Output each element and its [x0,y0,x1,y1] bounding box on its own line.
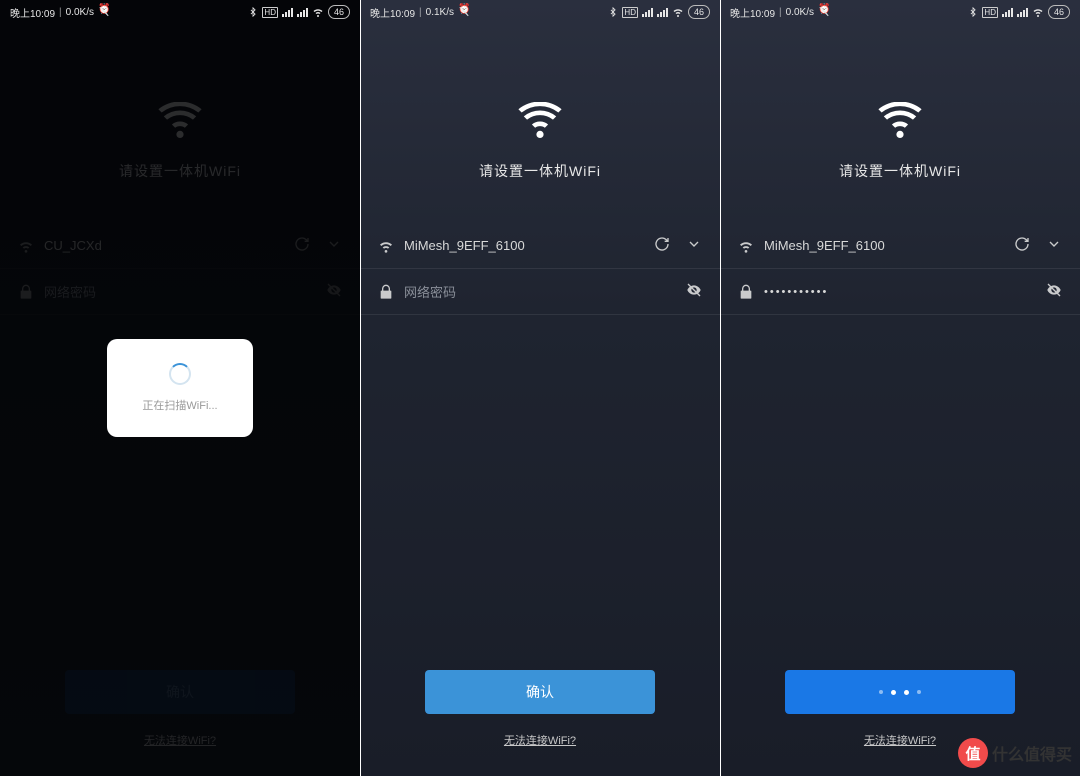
loading-dots-icon [879,690,921,695]
confirm-button-loading[interactable] [785,670,1015,714]
signal-icon [282,8,293,17]
hd-icon: HD [982,7,998,18]
battery-icon: 46 [688,5,710,19]
wifi-name: CU_JCXd [44,238,284,253]
signal-icon [642,8,653,17]
confirm-button[interactable]: 确认 [425,670,655,714]
watermark: 值 什么值得买 [958,738,1072,768]
bluetooth-icon [968,7,978,17]
hd-icon: HD [262,7,278,18]
status-time: 晚上10:09 [370,5,415,20]
password-placeholder: 网络密码 [44,282,316,301]
status-time: 晚上10:09 [730,5,775,20]
alarm-off-icon [98,6,110,18]
modal-text: 正在扫描WiFi... [142,397,217,413]
confirm-button[interactable]: 确认 [65,670,295,714]
alarm-off-icon [458,6,470,18]
lock-icon [738,284,754,300]
chevron-down-icon[interactable] [326,236,342,255]
refresh-icon[interactable] [654,236,670,255]
help-link[interactable]: 无法连接WiFi? [144,732,216,748]
watermark-badge: 值 [958,738,988,768]
wifi-select-row[interactable]: MiMesh_9EFF_6100 [720,223,1080,269]
wifi-select-row[interactable]: MiMesh_9EFF_6100 [360,223,720,269]
help-link[interactable]: 无法连接WiFi? [864,732,936,748]
status-bar: 晚上10:09 | 0.0K/s HD 46 [720,0,1080,24]
status-net-speed: 0.1K/s [426,7,454,18]
signal-icon-2 [1017,8,1028,17]
spinner-icon [169,363,191,385]
status-bar: 晚上10:09 | 0.0K/s HD 46 [0,0,360,24]
signal-icon-2 [297,8,308,17]
password-row[interactable]: ••••••••••• [720,269,1080,315]
wifi-status-icon [672,6,684,18]
status-time: 晚上10:09 [10,5,55,20]
password-row[interactable]: 网络密码 [360,269,720,315]
battery-icon: 46 [1048,5,1070,19]
bluetooth-icon [248,7,258,17]
help-link[interactable]: 无法连接WiFi? [504,732,576,748]
wifi-small-icon [378,238,394,254]
wifi-name: MiMesh_9EFF_6100 [404,238,644,253]
alarm-off-icon [818,6,830,18]
wifi-small-icon [18,238,34,254]
visibility-off-icon[interactable] [686,282,702,301]
refresh-icon[interactable] [1014,236,1030,255]
status-net-speed: 0.0K/s [66,7,94,18]
refresh-icon[interactable] [294,236,310,255]
wifi-select-row[interactable]: CU_JCXd [0,223,360,269]
bluetooth-icon [608,7,618,17]
wifi-small-icon [738,238,754,254]
hd-icon: HD [622,7,638,18]
wifi-large-icon [517,102,563,143]
battery-icon: 46 [328,5,350,19]
chevron-down-icon[interactable] [686,236,702,255]
page-title: 请设置一体机WiFi [839,161,961,181]
password-row[interactable]: 网络密码 [0,269,360,315]
phone-screen-3: 晚上10:09 | 0.0K/s HD 46 请设置一体机WiFi [720,0,1080,776]
page-title: 请设置一体机WiFi [119,161,241,181]
watermark-text: 什么值得买 [992,741,1072,765]
wifi-large-icon [157,102,203,143]
visibility-off-icon[interactable] [1046,282,1062,301]
phone-screen-1: 晚上10:09 | 0.0K/s HD 46 请设置一体机WiFi [0,0,360,776]
scanning-modal: 正在扫描WiFi... [107,339,253,437]
wifi-status-icon [312,6,324,18]
visibility-off-icon[interactable] [326,282,342,301]
signal-icon-2 [657,8,668,17]
wifi-name: MiMesh_9EFF_6100 [764,238,1004,253]
password-value: ••••••••••• [764,286,1036,298]
signal-icon [1002,8,1013,17]
chevron-down-icon[interactable] [1046,236,1062,255]
status-bar: 晚上10:09 | 0.1K/s HD 46 [360,0,720,24]
phone-screen-2: 晚上10:09 | 0.1K/s HD 46 请设置一体机WiFi [360,0,720,776]
lock-icon [378,284,394,300]
wifi-large-icon [877,102,923,143]
page-title: 请设置一体机WiFi [479,161,601,181]
wifi-status-icon [1032,6,1044,18]
status-net-speed: 0.0K/s [786,7,814,18]
lock-icon [18,284,34,300]
password-placeholder: 网络密码 [404,282,676,301]
